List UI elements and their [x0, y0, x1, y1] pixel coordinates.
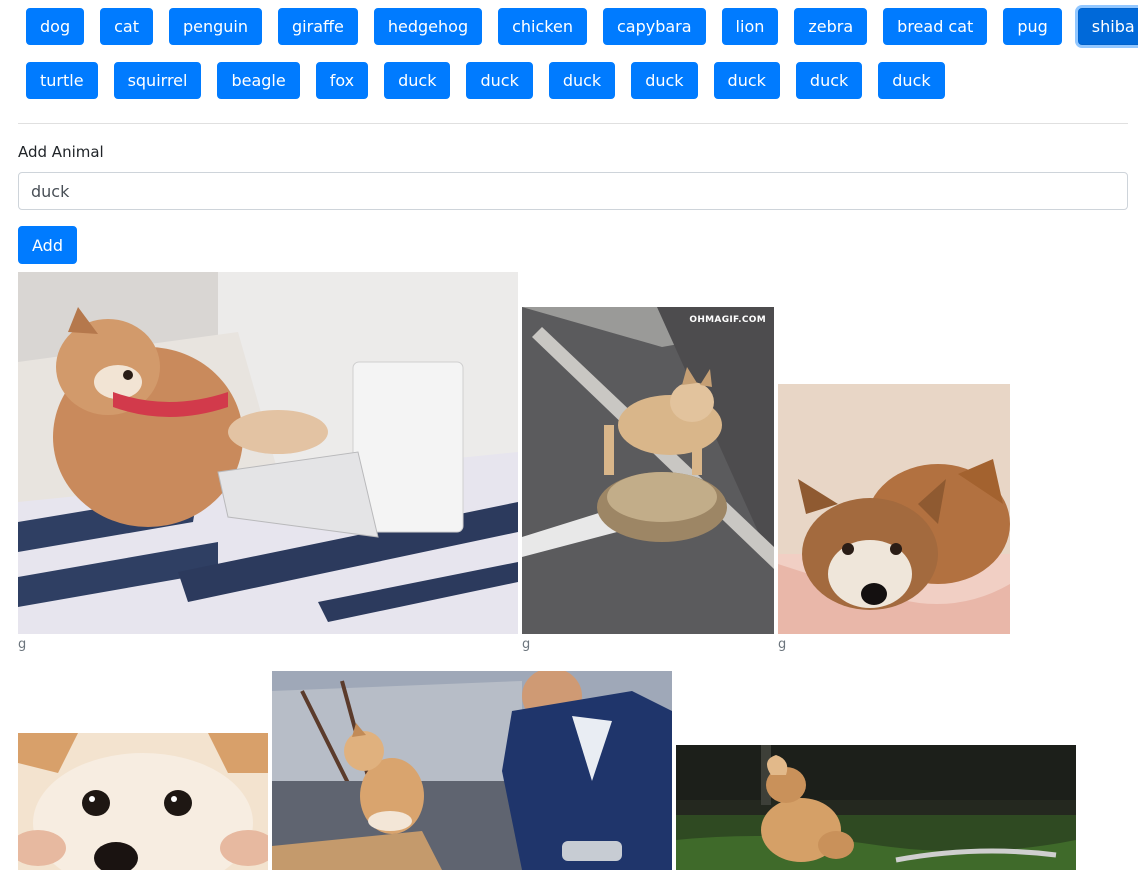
animal-button-pug[interactable]: pug	[1003, 8, 1062, 45]
animal-button-chicken[interactable]: chicken	[498, 8, 587, 45]
animal-button-squirrel[interactable]: squirrel	[113, 62, 202, 99]
gif-caption: g	[778, 637, 787, 652]
animal-button-duck[interactable]: duck	[384, 62, 451, 99]
animal-button-cat[interactable]: cat	[100, 8, 153, 45]
animal-button-hedgehog[interactable]: hedgehog	[373, 8, 483, 45]
animal-button-capybara[interactable]: capybara	[602, 8, 706, 45]
divider	[18, 123, 1128, 124]
animal-button-duck[interactable]: duck	[631, 62, 698, 99]
gif-caption: g	[522, 637, 531, 652]
animal-button-duck[interactable]: duck	[878, 62, 945, 99]
animal-button-giraffe[interactable]: giraffe	[278, 8, 358, 45]
animal-button-dog[interactable]: dog	[26, 8, 85, 45]
gif-caption: g	[18, 637, 27, 652]
animal-button-turtle[interactable]: turtle	[26, 62, 98, 99]
gif-shiba-with-boy	[272, 671, 672, 870]
animal-button-penguin[interactable]: penguin	[168, 8, 263, 45]
animal-buttons-row-2: turtle squirrel beagle fox duck duck duc…	[18, 62, 953, 99]
animal-button-zebra[interactable]: zebra	[794, 8, 868, 45]
gif-shiba-with-plush	[778, 384, 1010, 634]
gif-shiba-on-laptop	[18, 272, 518, 634]
gif-shiba-sniffing-grass	[676, 745, 1076, 870]
add-animal-input[interactable]	[18, 172, 1128, 210]
animal-button-beagle[interactable]: beagle	[217, 62, 300, 99]
animal-button-duck[interactable]: duck	[713, 62, 780, 99]
animal-button-fox[interactable]: fox	[315, 62, 369, 99]
add-button[interactable]: Add	[18, 226, 77, 264]
animal-button-duck[interactable]: duck	[466, 62, 533, 99]
gif-shiba-riding-tortoise: OHMAGIF.COM	[522, 307, 774, 634]
gif-watermark: OHMAGIF.COM	[689, 315, 766, 325]
animal-button-lion[interactable]: lion	[721, 8, 779, 45]
animal-button-bread-cat[interactable]: bread cat	[883, 8, 988, 45]
animal-buttons-row-1: dog cat penguin giraffe hedgehog chicken…	[18, 8, 1138, 45]
animal-button-duck[interactable]: duck	[548, 62, 616, 99]
add-animal-label: Add Animal	[18, 143, 104, 161]
animal-button-shiba-inu[interactable]: shiba inu	[1077, 8, 1138, 45]
animal-button-duck[interactable]: duck	[795, 62, 863, 99]
gif-shiba-face-closeup	[18, 733, 268, 870]
